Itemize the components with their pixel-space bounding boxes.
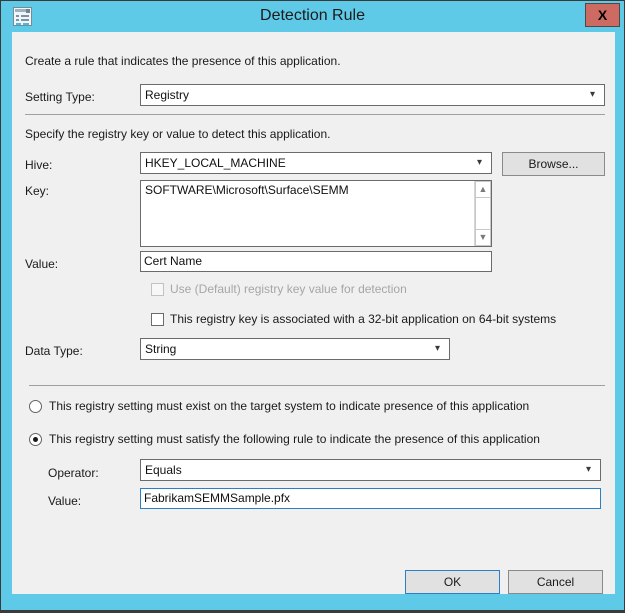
key-label: Key: — [25, 184, 49, 198]
radio-must-exist-label: This registry setting must exist on the … — [49, 398, 529, 415]
checkbox-box — [151, 283, 164, 296]
chevron-down-icon: ▾ — [431, 339, 444, 359]
checkbox-box[interactable] — [151, 313, 164, 326]
rule-value-input[interactable]: FabrikamSEMMSample.pfx — [140, 488, 601, 509]
wow64-label: This registry key is associated with a 3… — [170, 311, 556, 328]
separator-top — [25, 114, 605, 115]
key-scrollbar-track[interactable] — [475, 198, 491, 229]
key-scrollbar[interactable]: ▲ ▼ — [474, 181, 491, 246]
separator-bottom — [29, 385, 605, 386]
data-type-label: Data Type: — [25, 344, 83, 358]
hive-label: Hive: — [25, 158, 52, 172]
dialog-client-area: Create a rule that indicates the presenc… — [12, 32, 615, 594]
chevron-down-icon: ▾ — [586, 85, 599, 105]
key-textarea[interactable]: SOFTWARE\Microsoft\Surface\SEMM ▲ ▼ — [140, 180, 492, 247]
operator-value: Equals — [145, 460, 580, 480]
browse-button[interactable]: Browse... — [502, 152, 605, 176]
window-title: Detection Rule — [1, 1, 624, 31]
chevron-up-icon[interactable]: ▲ — [475, 181, 491, 198]
hive-dropdown[interactable]: HKEY_LOCAL_MACHINE ▾ — [140, 152, 492, 174]
setting-type-dropdown[interactable]: Registry ▾ — [140, 84, 605, 106]
radio-selected-dot — [33, 437, 38, 442]
registry-value-input[interactable]: Cert Name — [140, 251, 492, 272]
ok-button[interactable]: OK — [405, 570, 500, 594]
intro-text: Create a rule that indicates the presenc… — [25, 54, 341, 68]
registry-section-description: Specify the registry key or value to det… — [25, 127, 331, 141]
close-button[interactable]: X — [585, 3, 620, 27]
data-type-dropdown[interactable]: String ▾ — [140, 338, 450, 360]
setting-type-label: Setting Type: — [25, 90, 95, 104]
title-bar[interactable]: Detection Rule X — [1, 1, 624, 31]
cancel-button[interactable]: Cancel — [508, 570, 603, 594]
radio-must-satisfy-label: This registry setting must satisfy the f… — [49, 431, 540, 448]
detection-rule-dialog: Detection Rule X Create a rule that indi… — [0, 0, 625, 613]
chevron-down-icon: ▾ — [473, 153, 486, 173]
use-default-value-label: Use (Default) registry key value for det… — [170, 281, 407, 298]
data-type-value: String — [145, 339, 429, 359]
chevron-down-icon[interactable]: ▼ — [475, 229, 491, 246]
chevron-down-icon: ▾ — [582, 460, 595, 480]
operator-dropdown[interactable]: Equals ▾ — [140, 459, 601, 481]
registry-value-label: Value: — [25, 257, 58, 271]
operator-label: Operator: — [48, 466, 99, 480]
rule-value-label: Value: — [48, 494, 81, 508]
hive-value: HKEY_LOCAL_MACHINE — [145, 153, 471, 173]
radio-circle[interactable] — [29, 400, 42, 413]
setting-type-value: Registry — [145, 85, 584, 105]
key-value: SOFTWARE\Microsoft\Surface\SEMM — [145, 183, 471, 198]
